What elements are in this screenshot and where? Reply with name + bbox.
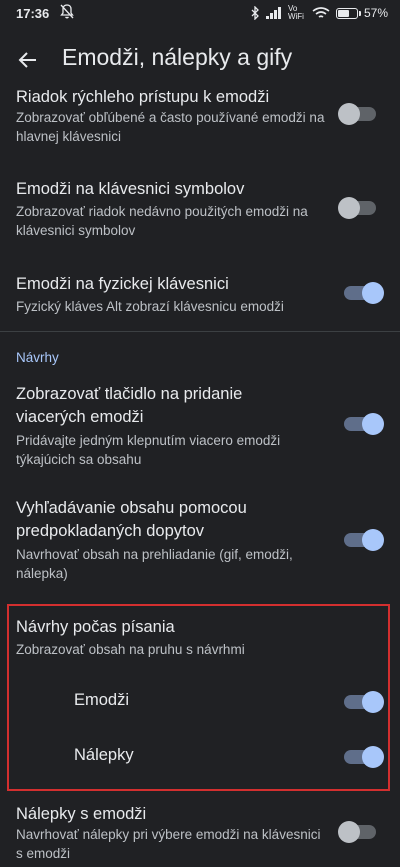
setting-summary: Zobrazovať obľúbené a často používané em… [16, 110, 325, 144]
status-bar: 17:36 Vo WiFi 57% [0, 0, 400, 28]
toggle-switch[interactable] [344, 413, 384, 435]
page-title: Emodži, nálepky a gify [62, 44, 293, 70]
category-header: Návrhy [16, 350, 59, 365]
setting-summary: Zobrazovať obsah na pruhu s návrhmi [16, 642, 245, 657]
sub-setting-label: Nálepky [74, 746, 134, 764]
toggle-switch[interactable] [338, 821, 376, 843]
setting-predictive-search[interactable]: Vyhľadávanie obsahu pomocou predpokladan… [0, 497, 400, 583]
sub-setting-label: Emodži [74, 691, 130, 709]
setting-summary: Pridávajte jedným klepnutím viacero emod… [16, 433, 281, 467]
setting-title: Riadok rýchleho prístupu k emodži [16, 88, 270, 106]
setting-summary: Fyzický kláves Alt zobrazí klávesnicu em… [16, 299, 284, 314]
toggle-switch[interactable] [344, 746, 384, 768]
setting-summary: Zobrazovať riadok nedávno použitých emod… [16, 204, 308, 238]
toggle-switch[interactable] [344, 529, 384, 551]
setting-symbol-keyboard-emoji[interactable]: Emodži na klávesnici symbolov Zobrazovať… [0, 178, 400, 242]
battery-icon [335, 7, 361, 19]
setting-title: Emodži na klávesnici symbolov [16, 180, 245, 198]
notifications-muted-icon [60, 4, 74, 19]
setting-title: Návrhy počas písania [16, 618, 175, 636]
setting-title: Vyhľadávanie obsahu pomocou predpokladan… [16, 499, 247, 540]
setting-summary: Navrhovať nálepky pri výbere emodži na k… [16, 827, 321, 861]
battery-percent: 57% [363, 6, 388, 20]
vowifi-label: Vo WiFi [287, 4, 304, 21]
setting-title: Nálepky s emodži [16, 805, 147, 823]
section-divider [0, 331, 400, 332]
setting-physical-keyboard-emoji[interactable]: Emodži na fyzickej klávesnici Fyzický kl… [0, 273, 400, 319]
wifi-icon [312, 6, 330, 18]
app-bar: Emodži, nálepky a gify [0, 32, 400, 88]
toggle-switch[interactable] [338, 197, 376, 219]
setting-title: Emodži na fyzickej klávesnici [16, 275, 229, 293]
setting-typing-suggestions[interactable]: Návrhy počas písania Zobrazovať obsah na… [0, 616, 400, 662]
toggle-switch[interactable] [338, 103, 376, 125]
setting-quick-access-row[interactable]: Riadok rýchleho prístupu k emodži Zobraz… [0, 86, 400, 150]
toggle-switch[interactable] [344, 691, 384, 713]
cell-signal-icon [265, 7, 281, 19]
bluetooth-icon [251, 6, 259, 20]
status-time: 17:36 [16, 6, 50, 21]
setting-add-multiple-emoji-button[interactable]: Zobrazovať tlačidlo na pridanie viacerýc… [0, 383, 400, 469]
setting-summary: Navrhovať obsah na prehliadanie (gif, em… [16, 547, 293, 581]
setting-emoji-stickers[interactable]: Nálepky s emodži Navrhovať nálepky pri v… [0, 803, 400, 867]
back-arrow-icon[interactable] [16, 48, 40, 72]
setting-typing-suggestions-emoji[interactable]: Emodži [0, 688, 400, 716]
setting-typing-suggestions-stickers[interactable]: Nálepky [0, 743, 400, 771]
toggle-switch[interactable] [344, 282, 384, 304]
status-icons: Vo WiFi 57% [250, 5, 388, 21]
setting-title: Zobrazovať tlačidlo na pridanie viacerýc… [16, 385, 243, 426]
